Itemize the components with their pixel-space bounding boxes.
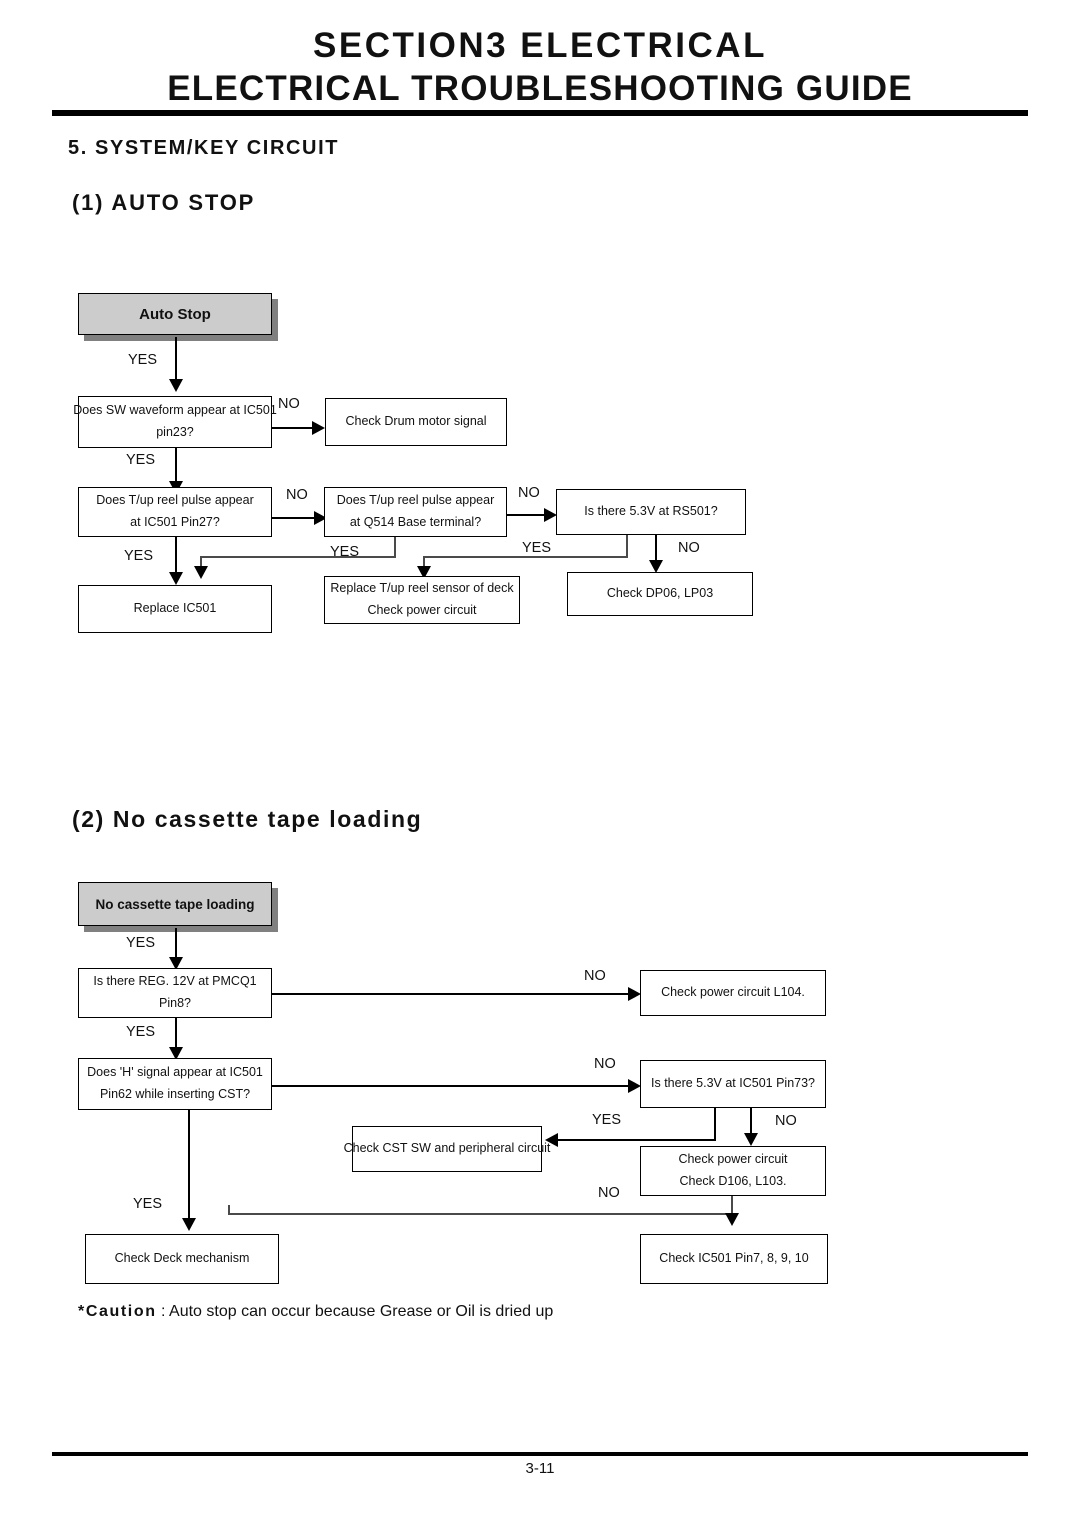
chart2-label-no-2: NO [594,1056,616,1072]
chart1-result-replace-reel-sensor: Replace T/up reel sensor of deck Check p… [324,576,520,624]
chart2-decision-h-signal-pin62: Does 'H' signal appear at IC501 Pin62 wh… [78,1058,272,1110]
chart1-arrow-d1-r1 [312,421,325,435]
chart2-line-d3-yes-left [558,1139,716,1141]
chart1-label-yes-3: YES [124,548,154,564]
caution-note: *Caution : Auto stop can occur because G… [78,1303,553,1321]
chart1-label-yes-4: YES [330,544,360,560]
heading-auto-stop: (1) AUTO STOP [72,190,256,215]
chart1-line-d3-yes-left [200,556,396,558]
chart2-line-d3-yes-down [714,1108,716,1141]
chart2-line-d3-t2 [750,1108,752,1136]
chart1-label-yes-5: YES [522,540,552,556]
chart2-arrow-no4-t4 [725,1213,739,1226]
chart1-result-check-dp06-lp03: Check DP06, LP03 [567,572,753,616]
chart2-result-check-ic501-pins: Check IC501 Pin7, 8, 9, 10 [640,1234,828,1284]
chart2-line-d2-t3 [188,1110,190,1222]
chart2-line-no4-across [228,1213,733,1215]
chart2-result-check-cst-sw: Check CST SW and peripheral circuit [344,1126,550,1172]
chart1-decision-reel-pulse-ic501: Does T/up reel pulse appear at IC501 Pin… [78,487,272,537]
chart1-decision-sw-waveform: Does SW waveform appear at IC501 pin23? [73,396,277,448]
chart2-decision-5v3-ic501-pin73: Is there 5.3V at IC501 Pin73? [640,1060,826,1108]
heading-no-cassette-loading: (2) No cassette tape loading [72,806,423,832]
chart1-line-d2-t1 [175,537,177,575]
chart2-label-yes-2: YES [126,1024,156,1040]
chart2-label-yes-3: YES [592,1112,622,1128]
caution-prefix: *Caution [78,1303,157,1320]
chart1-label-no-4: NO [678,540,700,556]
chart1-line-d4-yes-left [423,556,628,558]
chart1-decision-5v3-rs501: Is there 5.3V at RS501? [556,489,746,535]
chart2-line-d1-r1 [272,993,632,995]
heading-system-key-circuit: 5. SYSTEM/KEY CIRCUIT [68,137,340,159]
chart1-line-d2-d3 [272,517,316,519]
chart1-decision-reel-pulse-q514: Does T/up reel pulse appear at Q514 Base… [324,487,507,537]
chart1-label-no-2: NO [286,487,308,503]
chart2-line-d1-d2 [175,1018,177,1050]
chart1-label-no-1: NO [278,396,300,412]
chart1-line-start-d1 [175,337,177,381]
chart1-arrow-d3-yes-t1 [194,566,208,579]
chart1-label-yes-1: YES [128,352,158,368]
footer-divider [52,1452,1028,1456]
chart1-line-d4-t3 [655,535,657,563]
chart2-result-check-power-l104: Check power circuit L104. [640,970,826,1016]
guide-title: ELECTRICAL TROUBLESHOOTING GUIDE [167,68,913,108]
chart1-line-d3-d4 [507,514,547,516]
chart1-arrow-start-d1 [169,379,183,392]
chart2-line-d2-d3 [272,1085,632,1087]
document-header: SECTION3 ELECTRICAL ELECTRICAL TROUBLESH… [0,0,1080,108]
chart2-label-no-3: NO [775,1113,797,1129]
chart1-label-yes-2: YES [126,452,156,468]
chart2-label-no-4: NO [598,1185,620,1201]
chart2-line-no4-stub [228,1205,230,1215]
caution-text: : Auto stop can occur because Grease or … [156,1303,554,1320]
chart2-label-yes-4: YES [133,1196,163,1212]
page-number: 3-11 [525,1460,555,1477]
chart1-result-drum-motor: Check Drum motor signal [325,398,507,446]
chart2-start-box: No cassette tape loading [78,882,272,926]
chart2-line-start-d1 [175,928,177,960]
chart1-label-no-3: NO [518,485,540,501]
chart2-arrow-d2-t3 [182,1218,196,1231]
chart2-decision-reg12v-pmcq1: Is there REG. 12V at PMCQ1 Pin8? [78,968,272,1018]
chart1-result-replace-ic501: Replace IC501 [78,585,272,633]
chart1-arrow-d2-t1 [169,572,183,585]
chart1-start-box: Auto Stop [78,293,272,335]
chart1-line-d1-r1 [272,427,314,429]
chart2-arrow-d3-t2 [744,1133,758,1146]
chart2-result-check-power-d106-l103: Check power circuit Check D106, L103. [640,1146,826,1196]
chart1-line-d4-yes-down [626,535,628,558]
header-divider [52,110,1028,116]
section-title: SECTION3 ELECTRICAL [313,26,767,65]
chart2-result-check-deck-mechanism: Check Deck mechanism [85,1234,279,1284]
chart2-label-no-1: NO [584,968,606,984]
chart2-label-yes-1: YES [126,935,156,951]
chart1-line-d3-yes-down [394,537,396,558]
chart1-line-d1-d2 [175,448,177,484]
